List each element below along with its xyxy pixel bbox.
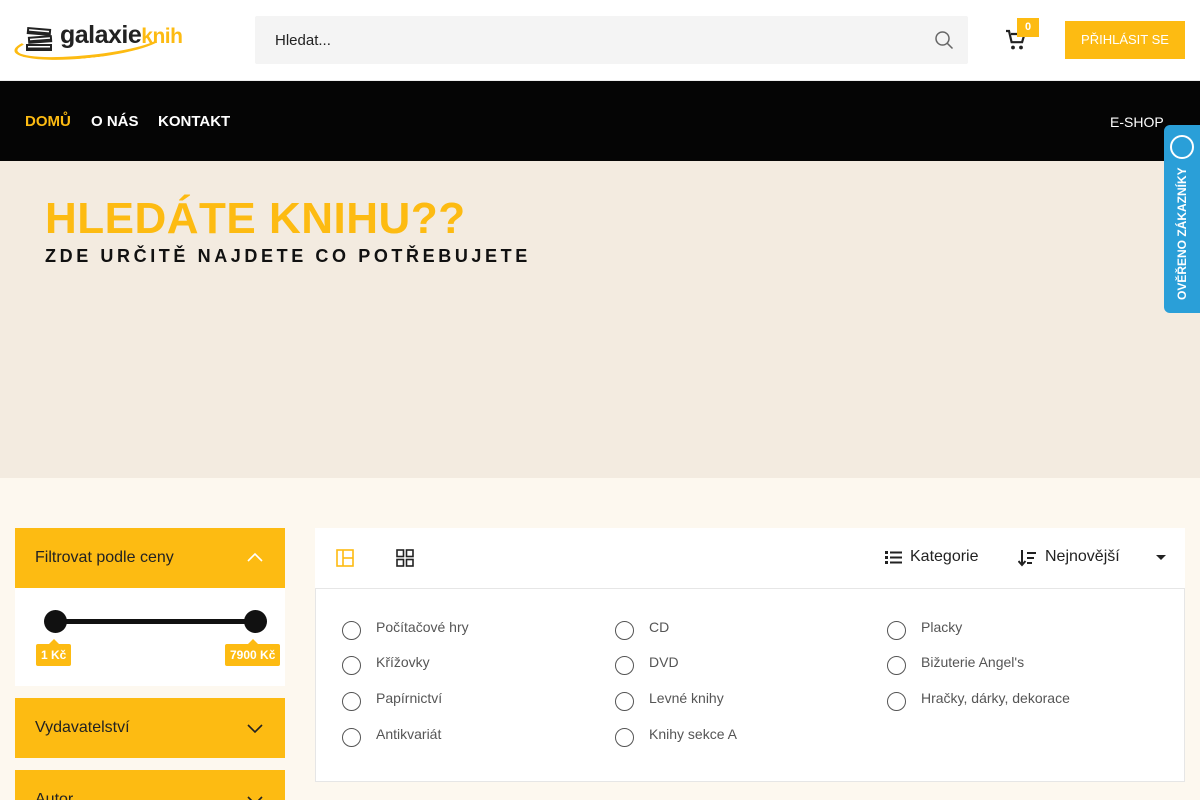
search-input[interactable] — [255, 16, 915, 64]
grid-view-icon[interactable] — [396, 549, 414, 567]
sort-select[interactable]: Nejnovější — [1018, 548, 1120, 567]
price-slider-panel: 1 Kč 7900 Kč — [15, 588, 285, 686]
books-icon — [26, 26, 53, 51]
category-label: Papírnictví — [376, 690, 443, 706]
price-min-handle[interactable] — [44, 610, 67, 633]
category-toggle-button[interactable]: Kategorie — [885, 548, 979, 566]
search-bar — [255, 16, 968, 64]
radio-button[interactable] — [615, 692, 634, 711]
radio-button[interactable] — [887, 656, 906, 675]
radio-button[interactable] — [342, 728, 361, 747]
filter-price-header[interactable]: Filtrovat podle ceny — [15, 528, 285, 588]
chevron-down-icon — [247, 724, 263, 734]
price-min-value: 1 Kč — [36, 639, 72, 666]
logo-main: galaxie — [60, 21, 142, 49]
main-nav: DOMŮ O NÁS KONTAKT E-SHOP — [0, 81, 1200, 161]
price-max-value: 7900 Kč — [225, 639, 281, 666]
category-toggle-label: Kategorie — [910, 548, 979, 565]
radio-button[interactable] — [342, 621, 361, 640]
category-label: CD — [649, 619, 670, 635]
category-label: Placky — [921, 619, 963, 635]
category-label: Křížovky — [376, 654, 430, 670]
filter-author-label: Autor — [35, 791, 74, 800]
hero-subtitle: ZDE URČITĚ NAJDETE CO POTŘEBUJETE — [45, 246, 531, 266]
category-label: Hračky, dárky, dekorace — [921, 690, 1070, 706]
logo-accent: knih — [141, 25, 183, 48]
login-button[interactable]: PŘIHLÁSIT SE — [1065, 21, 1185, 59]
filter-author-header[interactable]: Autor — [15, 770, 285, 800]
verified-customers-badge[interactable]: OVĚŘENO ZÁKAZNÍKY — [1164, 125, 1200, 313]
nav-item-contact[interactable]: KONTAKT — [158, 113, 230, 130]
sort-label: Nejnovější — [1045, 548, 1120, 565]
nav-item-home[interactable]: DOMŮ — [25, 113, 71, 130]
verified-seal-icon — [1170, 135, 1194, 159]
verified-label: OVĚŘENO ZÁKAZNÍKY — [1175, 167, 1189, 300]
category-label: Knihy sekce A — [649, 726, 737, 742]
filter-price-label: Filtrovat podle ceny — [35, 549, 174, 566]
hero-banner: HLEDÁTE KNIHU?? ZDE URČITĚ NAJDETE CO PO… — [0, 161, 1200, 478]
category-label: Počítačové hry — [376, 619, 469, 635]
list-view-icon[interactable] — [336, 549, 354, 567]
hero-title: HLEDÁTE KNIHU?? — [45, 194, 466, 243]
radio-button[interactable] — [615, 728, 634, 747]
category-list: Počítačové hry CD Placky Křížovky DVD Bi… — [315, 588, 1185, 782]
caret-down-icon[interactable] — [1156, 555, 1166, 560]
search-icon[interactable] — [934, 30, 954, 50]
filter-publisher-label: Vydavatelství — [35, 719, 130, 736]
logo[interactable]: galaxieknih — [12, 20, 200, 66]
nav-item-about[interactable]: O NÁS — [91, 113, 139, 130]
filter-publisher-header[interactable]: Vydavatelství — [15, 698, 285, 758]
radio-button[interactable] — [342, 692, 361, 711]
list-icon — [885, 551, 902, 564]
site-header: galaxieknih 0 PŘIHLÁSIT SE — [0, 0, 1200, 81]
category-label: DVD — [649, 654, 679, 670]
cart-count-badge: 0 — [1017, 18, 1039, 37]
price-slider-track[interactable] — [55, 619, 255, 624]
category-label: Bižuterie Angel's — [921, 654, 1025, 670]
listing-toolbar: Kategorie Nejnovější — [315, 528, 1185, 588]
price-max-handle[interactable] — [244, 610, 267, 633]
radio-button[interactable] — [615, 656, 634, 675]
radio-button[interactable] — [615, 621, 634, 640]
chevron-down-icon — [247, 796, 263, 800]
radio-button[interactable] — [887, 692, 906, 711]
radio-button[interactable] — [887, 621, 906, 640]
nav-item-eshop[interactable]: E-SHOP — [1110, 114, 1164, 130]
chevron-up-icon — [247, 552, 263, 562]
category-label: Levné knihy — [649, 690, 724, 706]
sort-icon — [1018, 550, 1036, 567]
radio-button[interactable] — [342, 656, 361, 675]
category-label: Antikvariát — [376, 726, 442, 742]
